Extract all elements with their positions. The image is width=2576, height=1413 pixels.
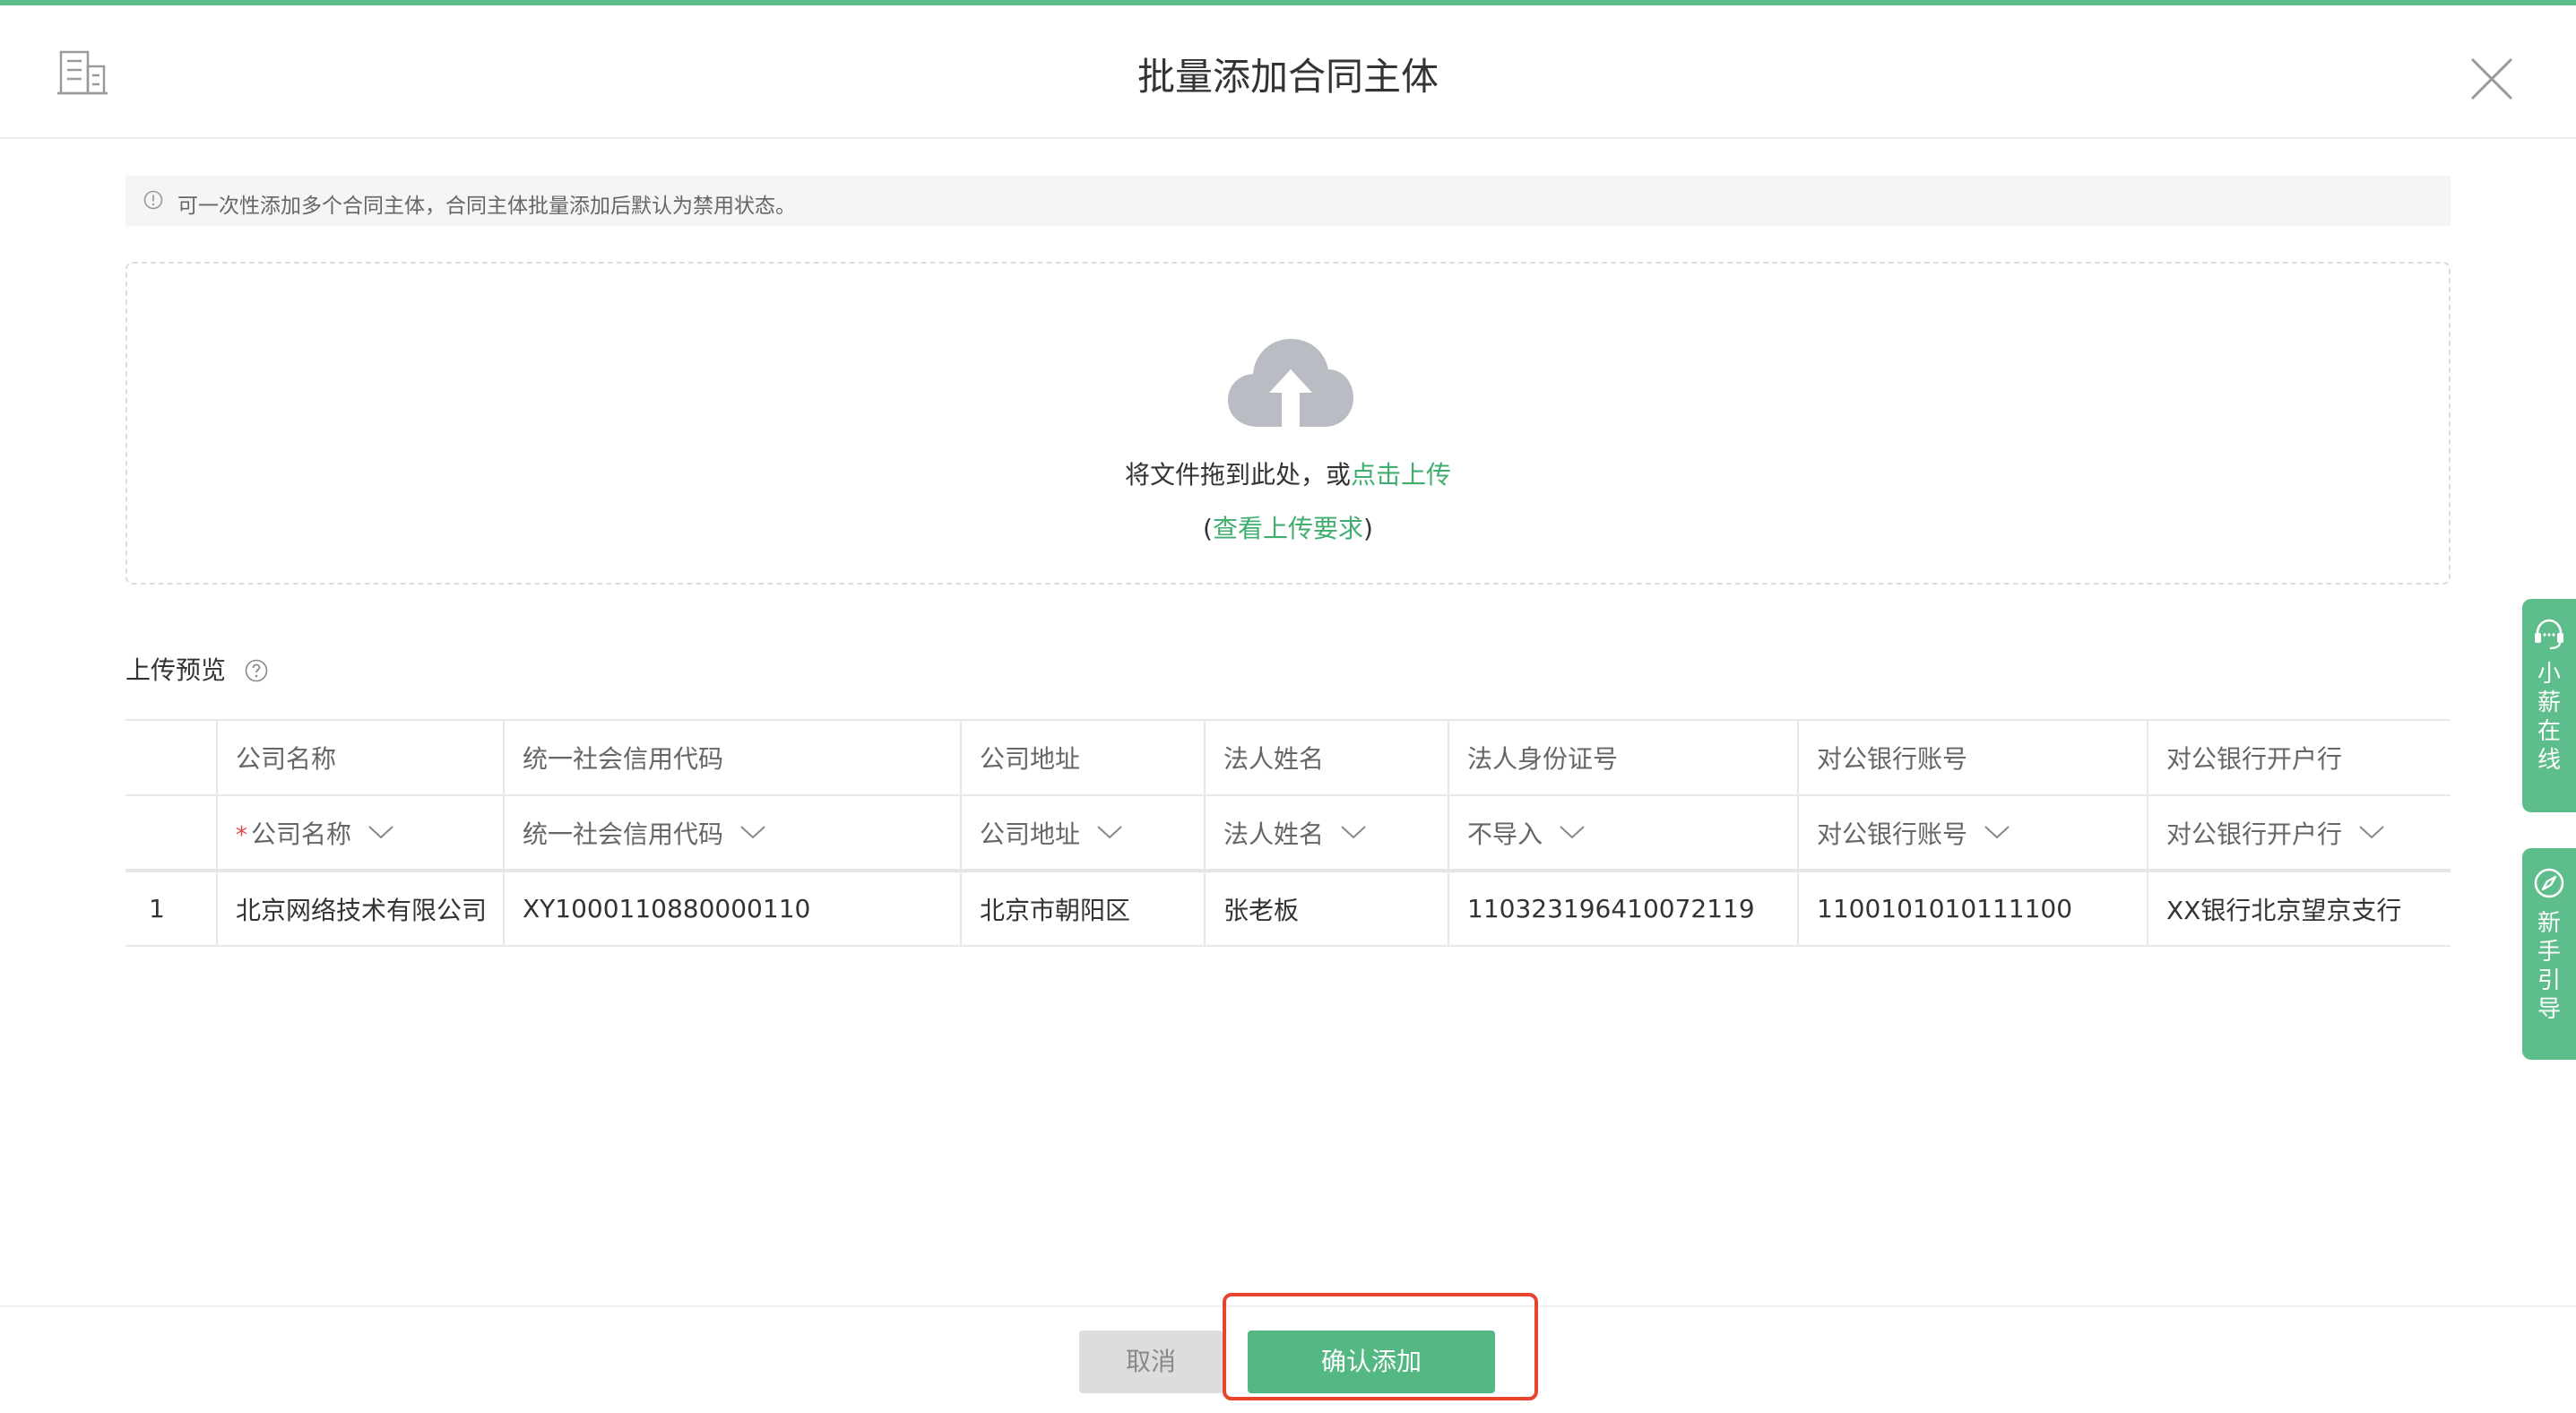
online-support-label: 小薪在线	[2537, 661, 2561, 774]
click-upload-link[interactable]: 点击上传	[1351, 460, 1451, 490]
mapping-select[interactable]: 对公银行账号	[1797, 795, 2148, 872]
mapping-select[interactable]: 不导入	[1448, 795, 1798, 872]
mapping-value: 对公银行开户行	[2166, 819, 2343, 849]
table-cell: 张老板	[1204, 871, 1448, 947]
compass-icon	[2534, 868, 2564, 898]
headset-icon	[2535, 619, 2563, 650]
chevron-down-icon	[2359, 825, 2384, 838]
drop-instructions: 将文件拖到此处，或点击上传	[127, 455, 2449, 491]
mapping-select[interactable]: 对公银行开户行	[2147, 795, 2451, 872]
chevron-down-icon	[740, 825, 765, 838]
paren-open: (	[1203, 514, 1213, 543]
drag-text: 将文件拖到此处，或	[1124, 460, 1351, 490]
mapping-value: 统一社会信用代码	[523, 819, 724, 849]
beginner-guide-label: 新手引导	[2537, 910, 2561, 1023]
dialog-title: 批量添加合同主体	[1137, 55, 1439, 99]
field-mapping-row: * 公司名称 统一社会信用代码 公司地址 法人姓名 不导入 对公银行账号 对公银行…	[125, 795, 2451, 872]
chevron-down-icon	[368, 825, 393, 838]
preview-label-text: 上传预览	[125, 655, 227, 685]
mapping-select[interactable]: * 公司名称	[216, 795, 504, 872]
confirm-highlight-box	[1223, 1293, 1538, 1400]
online-support-tab[interactable]: 小薪在线	[2522, 599, 2576, 812]
header-cell: 公司地址	[960, 719, 1205, 796]
table-cell: 北京网络技术有限公司	[216, 871, 504, 947]
preview-section-label: 上传预览	[125, 651, 268, 687]
chevron-down-icon	[1560, 825, 1585, 838]
table-cell: 110323196410072119	[1448, 871, 1798, 947]
info-icon	[143, 190, 163, 210]
mapping-value: 对公银行账号	[1817, 819, 1968, 849]
dialog-header: 批量添加合同主体	[0, 5, 2576, 139]
info-notice: 可一次性添加多个合同主体，合同主体批量添加后默认为禁用状态。	[125, 176, 2451, 226]
index-mapping-cell	[125, 795, 217, 872]
header-cell: 法人身份证号	[1448, 719, 1798, 796]
upload-dropzone[interactable]: 将文件拖到此处，或点击上传 (查看上传要求)	[125, 262, 2451, 585]
header-cell: 统一社会信用代码	[503, 719, 961, 796]
requirements-line: (查看上传要求)	[127, 509, 2449, 545]
table-cell: 北京市朝阳区	[960, 871, 1205, 947]
close-icon[interactable]	[2465, 52, 2519, 106]
required-mark: *	[236, 821, 247, 849]
cancel-button[interactable]: 取消	[1079, 1331, 1223, 1393]
mapping-select[interactable]: 统一社会信用代码	[503, 795, 961, 872]
index-header-cell	[125, 719, 217, 796]
header-cell: 对公银行账号	[1797, 719, 2148, 796]
help-icon[interactable]	[245, 659, 268, 682]
mapping-select[interactable]: 公司地址	[960, 795, 1205, 872]
cloud-upload-icon	[1228, 339, 1353, 427]
notice-text: 可一次性添加多个合同主体，合同主体批量添加后默认为禁用状态。	[177, 195, 796, 218]
mapping-value: 法人姓名	[1223, 819, 1325, 849]
header-cell: 公司名称	[216, 719, 504, 796]
view-requirements-link[interactable]: 查看上传要求	[1213, 514, 1363, 543]
preview-table: 公司名称 统一社会信用代码 公司地址 法人姓名 法人身份证号 对公银行账号 对公…	[125, 719, 2451, 947]
mapping-value: 不导入	[1467, 819, 1543, 849]
table-row: 1 北京网络技术有限公司 XY1000110880000110 北京市朝阳区 张…	[125, 871, 2451, 947]
chevron-down-icon	[1341, 825, 1366, 838]
chevron-down-icon	[1097, 825, 1122, 838]
mapping-value: 公司地址	[980, 819, 1081, 849]
mapping-value: 公司名称	[251, 819, 352, 849]
mapping-select[interactable]: 法人姓名	[1204, 795, 1448, 872]
header-cell: 对公银行开户行	[2147, 719, 2451, 796]
beginner-guide-tab[interactable]: 新手引导	[2522, 848, 2576, 1060]
row-index: 1	[125, 871, 217, 947]
table-cell: 1100101010111100	[1797, 871, 2148, 947]
chevron-down-icon	[1984, 825, 2010, 838]
paren-close: )	[1363, 514, 1373, 543]
header-cell: 法人姓名	[1204, 719, 1448, 796]
table-header-row: 公司名称 统一社会信用代码 公司地址 法人姓名 法人身份证号 对公银行账号 对公…	[125, 719, 2451, 796]
table-cell: XX银行北京望京支行	[2147, 871, 2451, 947]
table-cell: XY1000110880000110	[503, 871, 961, 947]
